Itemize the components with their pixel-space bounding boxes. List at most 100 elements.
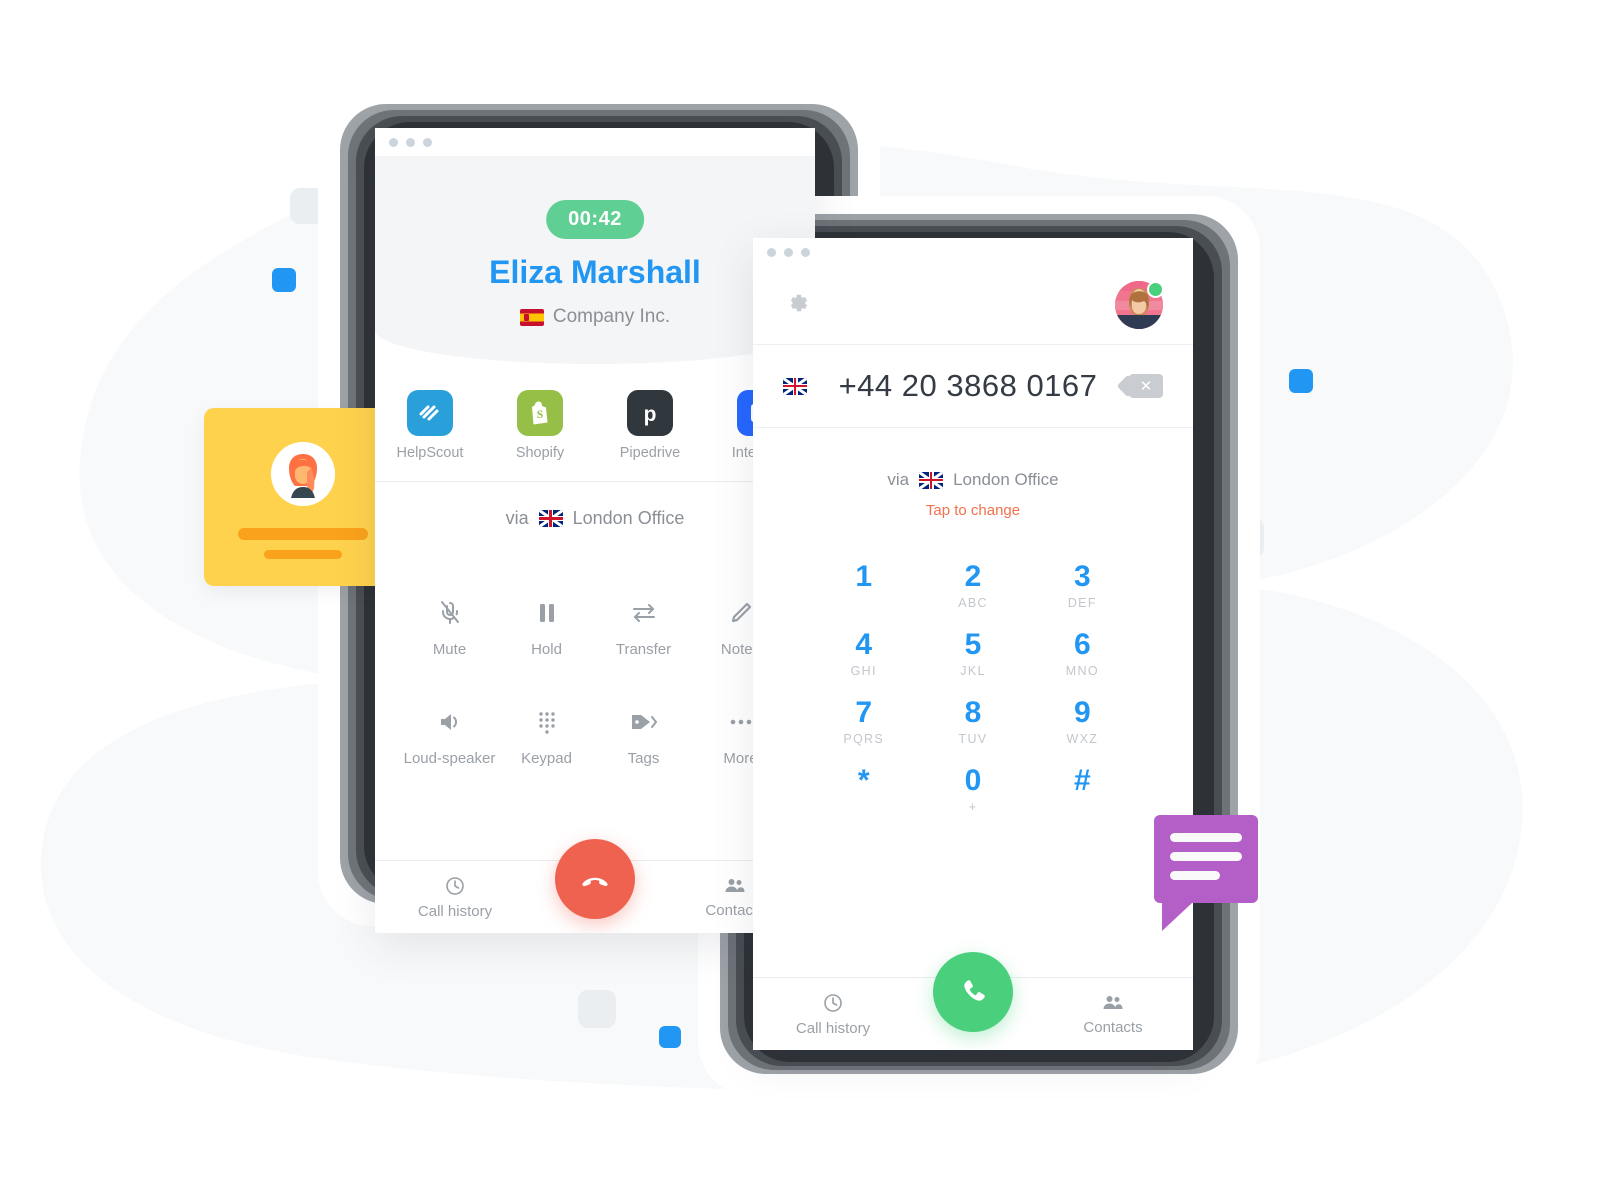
dialpad-letters: PQRS: [843, 732, 884, 746]
integration-pipedrive[interactable]: p Pipedrive: [611, 390, 689, 461]
chat-bubble-line: [1170, 852, 1242, 861]
contacts-icon: [1033, 993, 1193, 1013]
dialpad-letters: TUV: [958, 732, 988, 746]
caller-company-row: Company Inc.: [375, 306, 815, 328]
control-tags[interactable]: Tags: [595, 704, 692, 769]
call-controls: Mute Hold Transfer Notes Loud-speaker Ke…: [375, 555, 815, 769]
decor-yellow-card: [204, 408, 402, 586]
call-timer: 00:42: [546, 200, 644, 239]
dialpad-key-hash[interactable]: #: [1028, 755, 1137, 823]
backspace-icon[interactable]: ✕: [1129, 374, 1163, 398]
dialpad-key-star[interactable]: *: [809, 755, 918, 823]
via-route-row-call[interactable]: via London Office: [375, 482, 815, 555]
dialpad-letters: MNO: [1065, 664, 1099, 678]
window-dot-maximize-icon[interactable]: [801, 247, 810, 257]
dialpad-letters: [809, 596, 918, 610]
control-transfer[interactable]: Transfer: [595, 595, 692, 660]
dialpad-letters: [1028, 800, 1137, 814]
decor-square-blue-1: [272, 268, 296, 292]
window-dot-minimize-icon[interactable]: [784, 247, 793, 257]
integration-shopify[interactable]: S Shopify: [501, 390, 579, 461]
via-prefix-label: via: [887, 470, 910, 489]
dialpad-key-0[interactable]: 0 +: [918, 755, 1027, 823]
phone-number-value: +44 20 3868 0167: [838, 368, 1098, 403]
control-keypad[interactable]: Keypad: [498, 704, 595, 769]
nav-call-history[interactable]: Call history: [375, 875, 535, 920]
window-dot-minimize-icon[interactable]: [406, 137, 415, 147]
dialpad-digit: 3: [1073, 560, 1091, 593]
pause-icon: [498, 595, 595, 631]
nav-label: Call history: [795, 1019, 871, 1037]
in-call-screen: 00:42 Eliza Marshall Company Inc. HelpSc…: [375, 128, 815, 933]
chat-bubble-line: [1170, 833, 1242, 842]
transfer-arrows-icon: [595, 595, 692, 631]
window-titlebar-right: [753, 238, 1193, 266]
chat-bubble-line: [1170, 871, 1220, 880]
dialpad-letters: ABC: [958, 596, 988, 610]
control-loudspeaker[interactable]: Loud-speaker: [401, 704, 498, 769]
dialpad-key-9[interactable]: 9 WXZ: [1028, 687, 1137, 755]
nav-call-history[interactable]: Call history: [753, 992, 913, 1037]
dialpad-letters: [809, 800, 918, 814]
user-avatar[interactable]: [1115, 281, 1164, 329]
hangup-button[interactable]: [555, 839, 635, 919]
control-label: Mute: [432, 641, 467, 658]
call-controls-row-1: Mute Hold Transfer Notes: [401, 595, 789, 660]
dialpad-row: 1 2 ABC 3 DEF: [809, 551, 1137, 619]
dialpad-letters: +: [968, 800, 978, 814]
dialpad-digit: 1: [855, 560, 872, 593]
integration-helpscout[interactable]: HelpScout: [391, 390, 469, 461]
flag-uk-icon: [783, 377, 807, 395]
clock-icon: [375, 875, 535, 897]
caller-company-label: Company Inc.: [552, 306, 671, 327]
phone-number-field[interactable]: +44 20 3868 0167 ✕: [753, 345, 1193, 428]
dialpad-letters: DEF: [1067, 596, 1097, 610]
via-route-row-dialer[interactable]: via London Office: [753, 428, 1193, 490]
window-dot-close-icon[interactable]: [767, 247, 776, 257]
phone-hangup-icon: [582, 877, 608, 887]
svg-text:S: S: [537, 407, 544, 421]
window-titlebar-left: [375, 128, 815, 156]
keypad-dots-icon: [498, 704, 595, 740]
window-dot-close-icon[interactable]: [389, 137, 398, 147]
window-dot-maximize-icon[interactable]: [423, 137, 432, 147]
flag-spain-icon: [519, 308, 544, 326]
dialer-screen: +44 20 3868 0167 ✕ via London Office Tap…: [753, 238, 1193, 1050]
dialpad-key-5[interactable]: 5 JKL: [918, 619, 1027, 687]
nav-contacts[interactable]: Contacts: [1033, 993, 1193, 1036]
gear-icon: [790, 294, 808, 311]
via-prefix-label: via: [505, 508, 529, 528]
integration-label: HelpScout: [396, 445, 464, 461]
control-label: Loud-speaker: [403, 749, 496, 767]
decor-square-gray-3: [578, 990, 616, 1028]
speaker-icon: [401, 704, 498, 740]
helpscout-icon: [407, 390, 453, 436]
integration-label: Pipedrive: [619, 445, 681, 461]
call-button[interactable]: [933, 952, 1013, 1032]
via-office-label: London Office: [572, 508, 685, 528]
dialpad-letters: GHI: [850, 664, 877, 678]
dialpad-key-4[interactable]: 4 GHI: [809, 619, 918, 687]
caller-name: Eliza Marshall: [489, 254, 701, 290]
decor-bar-primary: [238, 528, 368, 540]
control-hold[interactable]: Hold: [498, 595, 595, 660]
dialpad-digit: #: [1073, 764, 1091, 797]
nav-label: Contacts: [1083, 1018, 1143, 1036]
dialpad-digit: 7: [855, 696, 872, 729]
phone-call-icon: [964, 980, 985, 1001]
dialpad-row: 4 GHI 5 JKL 6 MNO: [809, 619, 1137, 687]
tap-to-change-link[interactable]: Tap to change: [753, 502, 1193, 519]
call-header: 00:42 Eliza Marshall Company Inc.: [375, 156, 815, 364]
dialpad-key-7[interactable]: 7 PQRS: [809, 687, 918, 755]
dialpad-key-3[interactable]: 3 DEF: [1028, 551, 1137, 619]
illustration-stage: 00:42 Eliza Marshall Company Inc. HelpSc…: [0, 0, 1600, 1200]
dialpad-key-1[interactable]: 1: [809, 551, 918, 619]
control-mute[interactable]: Mute: [401, 595, 498, 660]
tag-icon: [595, 704, 692, 740]
dialpad-digit: 8: [964, 696, 982, 729]
dialpad-key-2[interactable]: 2 ABC: [918, 551, 1027, 619]
dialpad-key-6[interactable]: 6 MNO: [1028, 619, 1137, 687]
settings-button[interactable]: [783, 289, 811, 322]
dialpad-key-8[interactable]: 8 TUV: [918, 687, 1027, 755]
flag-uk-icon: [919, 471, 944, 489]
